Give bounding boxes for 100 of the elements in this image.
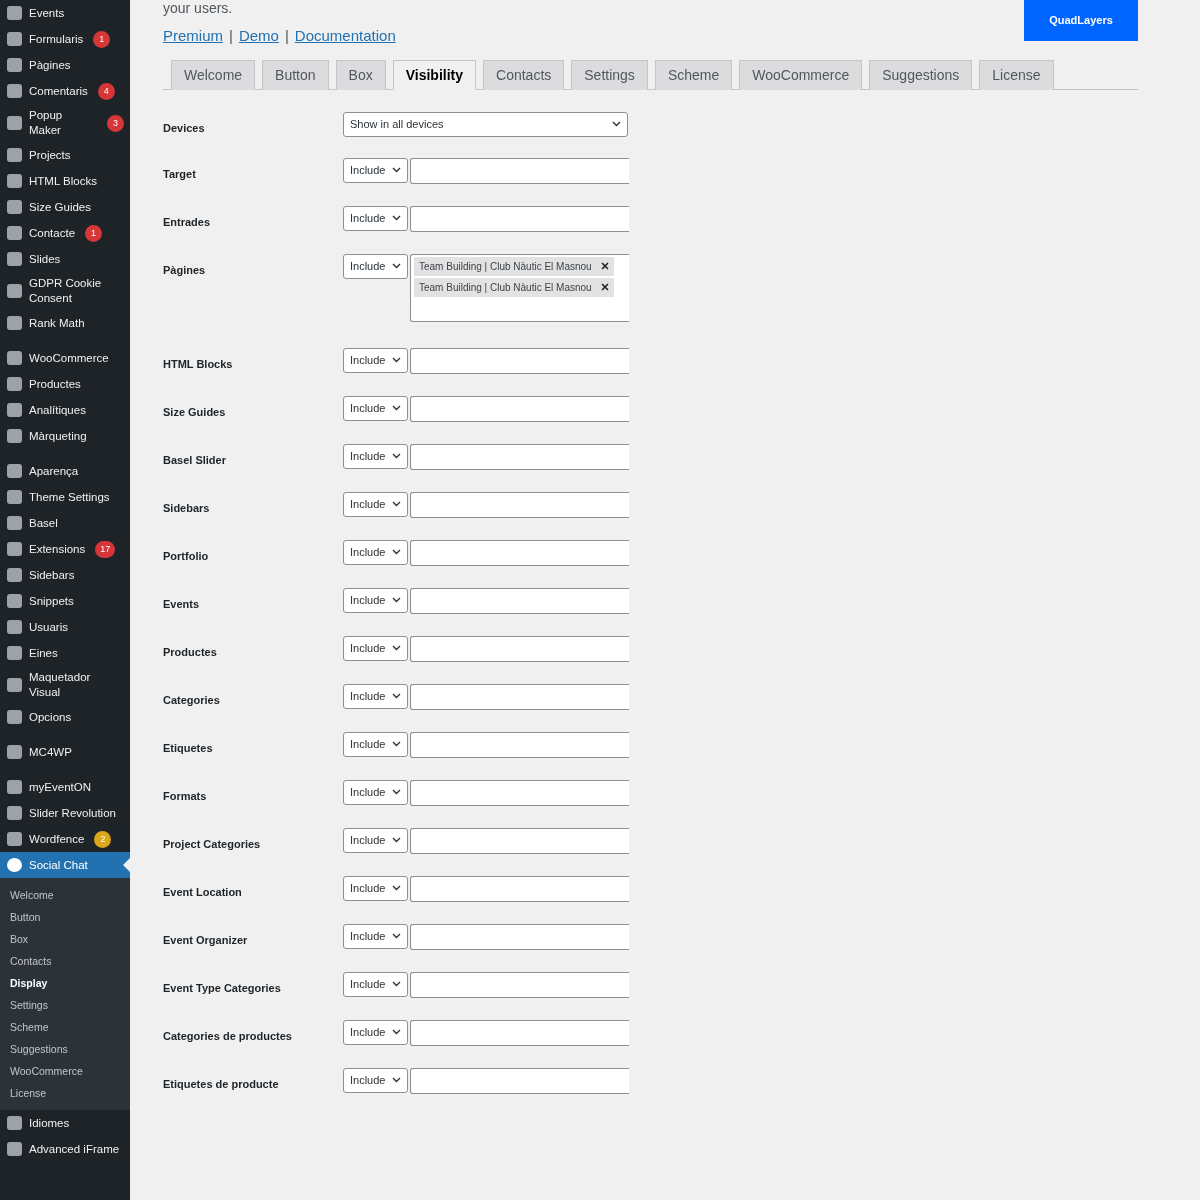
tab[interactable]: Box bbox=[335, 59, 386, 90]
include-dropdown[interactable]: Include bbox=[343, 827, 408, 853]
sidebar-item[interactable]: Social Chat bbox=[0, 852, 130, 878]
include-dropdown[interactable]: Include bbox=[343, 1019, 408, 1045]
input-field[interactable] bbox=[410, 205, 629, 232]
brand-button[interactable]: QuadLayers bbox=[1024, 0, 1138, 41]
tab[interactable]: Welcome bbox=[171, 59, 256, 90]
sidebar-item[interactable]: Aparença bbox=[0, 458, 130, 484]
include-dropdown[interactable]: Include bbox=[343, 971, 408, 997]
include-dropdown[interactable]: Include bbox=[343, 157, 408, 183]
sidebar-item[interactable]: Maquetador Visual bbox=[0, 666, 130, 704]
include-dropdown[interactable]: Include bbox=[343, 587, 408, 613]
sidebar-item[interactable]: Eines bbox=[0, 640, 130, 666]
input-field[interactable] bbox=[410, 683, 629, 710]
sidebar-item[interactable]: Snippets bbox=[0, 588, 130, 614]
sidebar-item[interactable]: Usuaris bbox=[0, 614, 130, 640]
sidebar-item[interactable]: MC4WP bbox=[0, 739, 130, 765]
sidebar-item[interactable]: Comentaris 4 bbox=[0, 78, 130, 104]
include-dropdown[interactable]: Include bbox=[343, 923, 408, 949]
submenu-item[interactable]: Settings bbox=[0, 994, 130, 1016]
input-field[interactable] bbox=[410, 347, 629, 374]
devices-dropdown[interactable]: Show in all devices bbox=[343, 111, 628, 137]
text-link[interactable]: Documentation bbox=[294, 25, 396, 48]
tab[interactable]: Suggestions bbox=[869, 59, 973, 90]
sidebar-item[interactable]: Theme Settings bbox=[0, 484, 130, 510]
input-field[interactable] bbox=[410, 157, 629, 184]
input-field[interactable] bbox=[410, 539, 629, 566]
include-dropdown[interactable]: Include bbox=[343, 205, 408, 231]
submenu-item[interactable]: Box bbox=[0, 928, 130, 950]
submenu-item[interactable]: Scheme bbox=[0, 1016, 130, 1038]
sidebar-item[interactable]: Sidebars bbox=[0, 562, 130, 588]
sidebar-item[interactable]: HTML Blocks bbox=[0, 168, 130, 194]
input-field[interactable] bbox=[410, 779, 629, 806]
sidebar-item[interactable]: Extensions 17 bbox=[0, 536, 130, 562]
sidebar-item[interactable]: Opcions bbox=[0, 704, 130, 730]
sidebar-item[interactable]: Rank Math bbox=[0, 310, 130, 336]
include-dropdown[interactable]: Include bbox=[343, 779, 408, 805]
submenu-item[interactable]: Display bbox=[0, 972, 130, 994]
sidebar-item[interactable]: Productes bbox=[0, 371, 130, 397]
input-field[interactable] bbox=[410, 1019, 629, 1046]
input-field[interactable] bbox=[410, 443, 629, 470]
submenu-item[interactable]: Contacts bbox=[0, 950, 130, 972]
tab[interactable]: WooCommerce bbox=[739, 59, 863, 90]
sidebar-item[interactable]: Analítiques bbox=[0, 397, 130, 423]
menu-icon bbox=[7, 858, 22, 872]
tab[interactable]: Button bbox=[262, 59, 329, 90]
tab[interactable]: License bbox=[979, 59, 1054, 90]
submenu-item[interactable]: Suggestions bbox=[0, 1038, 130, 1060]
include-dropdown[interactable]: Include bbox=[343, 875, 408, 901]
include-dropdown[interactable]: Include bbox=[343, 539, 408, 565]
sidebar-item[interactable]: Popup Maker 3 bbox=[0, 104, 130, 142]
input-field[interactable] bbox=[410, 827, 629, 854]
chevron-down-icon bbox=[392, 405, 401, 411]
include-dropdown[interactable]: Include bbox=[343, 635, 408, 661]
sidebar-item[interactable]: Idiomes bbox=[0, 1110, 130, 1136]
sidebar-item[interactable]: Contacte 1 bbox=[0, 220, 130, 246]
sidebar-item[interactable]: Events bbox=[0, 0, 130, 26]
tab[interactable]: Settings bbox=[571, 59, 648, 90]
include-dropdown[interactable]: Include bbox=[343, 1067, 408, 1093]
include-dropdown[interactable]: Include bbox=[343, 395, 408, 421]
input-field[interactable] bbox=[410, 635, 629, 662]
sidebar-item[interactable]: WooCommerce bbox=[0, 345, 130, 371]
submenu-item[interactable]: License bbox=[0, 1082, 130, 1104]
sidebar-item[interactable]: myEventON bbox=[0, 774, 130, 800]
sidebar-item[interactable]: Slides bbox=[0, 246, 130, 272]
sidebar-item[interactable]: Formularis 1 bbox=[0, 26, 130, 52]
include-dropdown[interactable]: Include bbox=[343, 683, 408, 709]
input-field[interactable] bbox=[410, 491, 629, 518]
include-dropdown[interactable]: Include bbox=[343, 253, 408, 279]
include-dropdown[interactable]: Include bbox=[343, 491, 408, 517]
sidebar-item[interactable]: Size Guides bbox=[0, 194, 130, 220]
sidebar-item[interactable]: Advanced iFrame bbox=[0, 1136, 130, 1162]
submenu-item[interactable]: WooCommerce bbox=[0, 1060, 130, 1082]
text-link[interactable]: Premium bbox=[163, 25, 223, 48]
sidebar-item[interactable]: Slider Revolution bbox=[0, 800, 130, 826]
tag-chip[interactable]: Team Building | Club Nàutic El Masnou bbox=[414, 256, 614, 276]
tag-field[interactable]: Team Building | Club Nàutic El Masnou Team Building | Club Nàutic El Masnou bbox=[410, 253, 629, 322]
input-field[interactable] bbox=[410, 875, 629, 902]
tab[interactable]: Scheme bbox=[654, 59, 733, 90]
include-dropdown[interactable]: Include bbox=[343, 443, 408, 469]
include-dropdown[interactable]: Include bbox=[343, 347, 408, 373]
input-field[interactable] bbox=[410, 971, 629, 998]
submenu-item[interactable]: Welcome bbox=[0, 884, 130, 906]
text-link[interactable]: Demo bbox=[238, 25, 279, 48]
input-field[interactable] bbox=[410, 1067, 629, 1094]
include-dropdown[interactable]: Include bbox=[343, 731, 408, 757]
sidebar-item[interactable]: GDPR Cookie Consent bbox=[0, 272, 130, 310]
tag-chip[interactable]: Team Building | Club Nàutic El Masnou bbox=[414, 277, 614, 297]
submenu-item[interactable]: Button bbox=[0, 906, 130, 928]
sidebar-item[interactable]: Màrqueting bbox=[0, 423, 130, 449]
sidebar-item[interactable]: Wordfence 2 bbox=[0, 826, 130, 852]
input-field[interactable] bbox=[410, 731, 629, 758]
tab[interactable]: Visibility bbox=[392, 59, 477, 90]
sidebar-item[interactable]: Pàgines bbox=[0, 52, 130, 78]
input-field[interactable] bbox=[410, 923, 629, 950]
input-field[interactable] bbox=[410, 395, 629, 422]
sidebar-item[interactable]: Basel bbox=[0, 510, 130, 536]
sidebar-item[interactable]: Projects bbox=[0, 142, 130, 168]
input-field[interactable] bbox=[410, 587, 629, 614]
tab[interactable]: Contacts bbox=[483, 59, 565, 90]
